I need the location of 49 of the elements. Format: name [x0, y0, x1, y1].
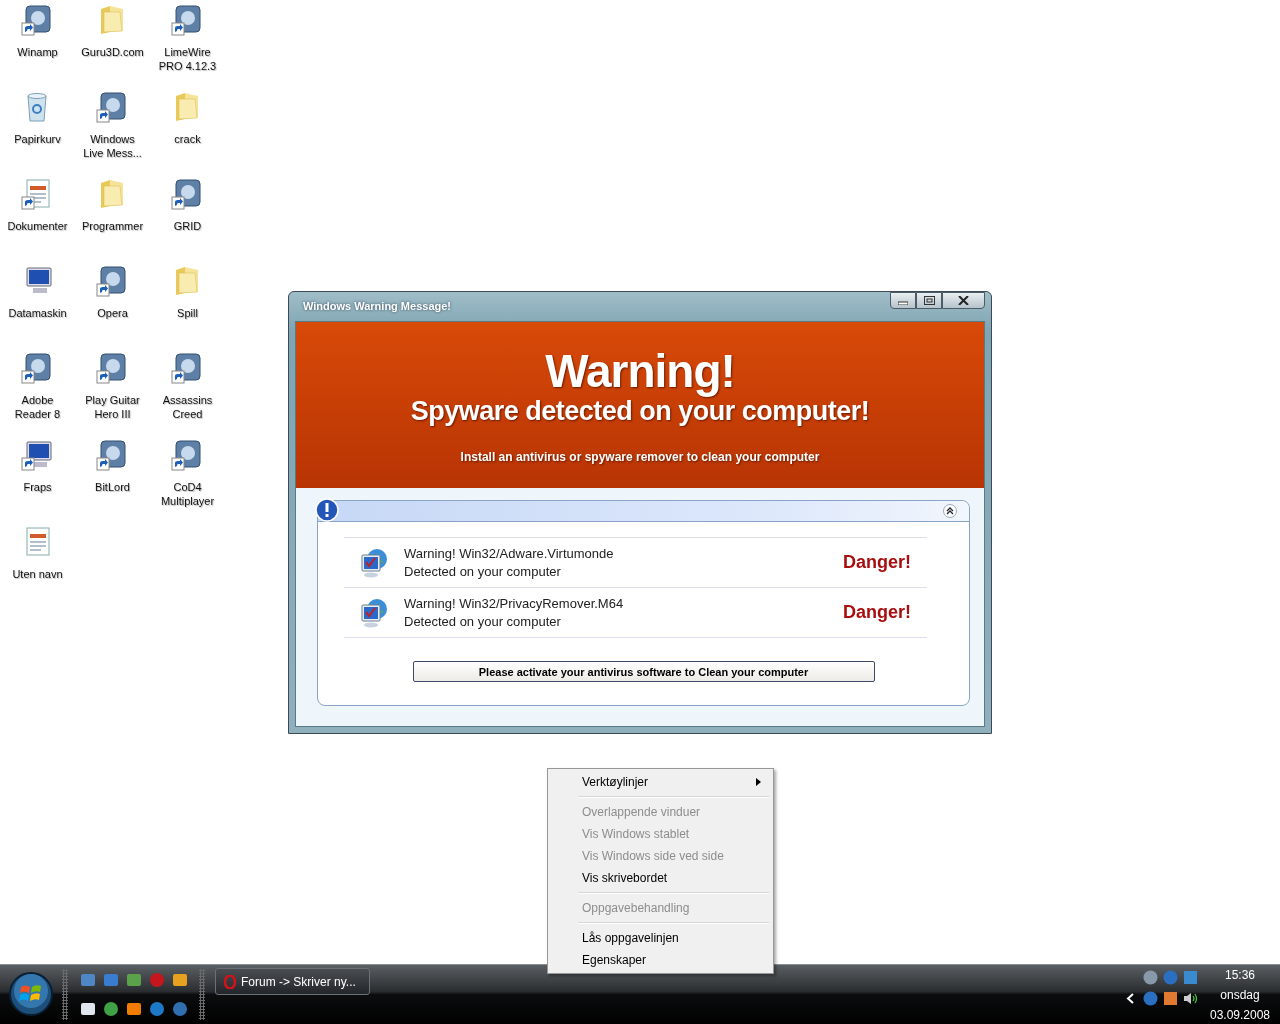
desktop-icon-label[interactable]: crack — [155, 132, 220, 146]
warning-heading: Warning! — [545, 346, 735, 396]
threat-detail: Detected on your computer — [404, 562, 562, 581]
activate-antivirus-button[interactable]: Please activate your antivirus software to Clean your computer — [412, 661, 875, 682]
minimize-button[interactable] — [890, 292, 916, 309]
threat-name: Warning! Win32/Adware.Virtumonde — [404, 544, 615, 563]
collapse-icon[interactable] — [943, 504, 957, 518]
close-button[interactable] — [942, 292, 985, 309]
security-monitor-icon — [358, 596, 390, 629]
menu-item[interactable]: Lås oppgavelinjen — [550, 927, 771, 949]
desktop-icon-label[interactable]: GRID — [155, 219, 220, 233]
taskbar-button[interactable]: Forum -> Skriver ny... — [215, 968, 370, 995]
desktop-icon-label[interactable]: Uten navn — [5, 567, 70, 581]
menu-item[interactable]: Verktøylinjer — [550, 771, 771, 793]
desktop-icon-label[interactable]: Dokumenter — [5, 219, 70, 233]
maximize-button[interactable] — [916, 292, 942, 309]
menu-item[interactable]: Vis skrivebordet — [550, 867, 771, 889]
threat-status: Danger! — [843, 602, 911, 623]
desktop-icon-label[interactable]: Programmer — [80, 219, 145, 233]
desktop-icon-label[interactable]: Adobe Reader 8 — [5, 393, 70, 421]
desktop-icon-label[interactable]: Assassins Creed — [155, 393, 220, 421]
maximize-icon — [923, 296, 935, 305]
speaker-icon[interactable] — [1182, 991, 1198, 1006]
security-monitor-icon — [358, 546, 390, 579]
desktop-icon-label[interactable]: Spill — [155, 306, 220, 320]
desktop-icon-label[interactable]: BitLord — [80, 480, 145, 494]
threat-detail: Detected on your computer — [404, 612, 562, 631]
clock-time[interactable]: 15:36 — [1225, 965, 1255, 985]
clock-date[interactable]: 03.09.2008 — [1209, 1005, 1271, 1024]
desktop-icon-label[interactable]: Play Guitar Hero III — [80, 393, 145, 421]
threat-status: Danger! — [843, 552, 911, 573]
close-icon — [958, 296, 969, 305]
desktop-icon-label[interactable]: Fraps — [5, 480, 70, 494]
start-button[interactable] — [8, 971, 54, 1017]
menu-item[interactable]: Egenskaper — [550, 949, 771, 971]
desktop-icon-label[interactable]: Datamaskin — [5, 306, 70, 320]
clock-day[interactable]: onsdag — [1220, 985, 1260, 1005]
computer-icon[interactable] — [20, 438, 55, 472]
desktop-icon-label[interactable]: LimeWire PRO 4.12.3 — [155, 45, 220, 73]
warning-instruction: Install an antivirus or spyware remover to clean your computer — [460, 450, 820, 464]
desktop-icon-label[interactable]: CoD4 Multiplayer — [155, 480, 220, 508]
desktop-icon-label[interactable]: Winamp — [5, 45, 70, 59]
desktop-icon-label[interactable]: Papirkurv — [5, 132, 70, 146]
desktop-icon-label[interactable]: Opera — [80, 306, 145, 320]
window-title: Windows Warning Message! — [303, 300, 451, 312]
threat-name: Warning! Win32/PrivacyRemover.M64 — [404, 594, 625, 613]
warning-subheading: Spyware detected on your computer! — [410, 396, 870, 426]
desktop-icon-label[interactable]: Guru3D.com — [80, 45, 145, 59]
desktop-icon-label[interactable]: Windows Live Mess... — [80, 132, 145, 160]
